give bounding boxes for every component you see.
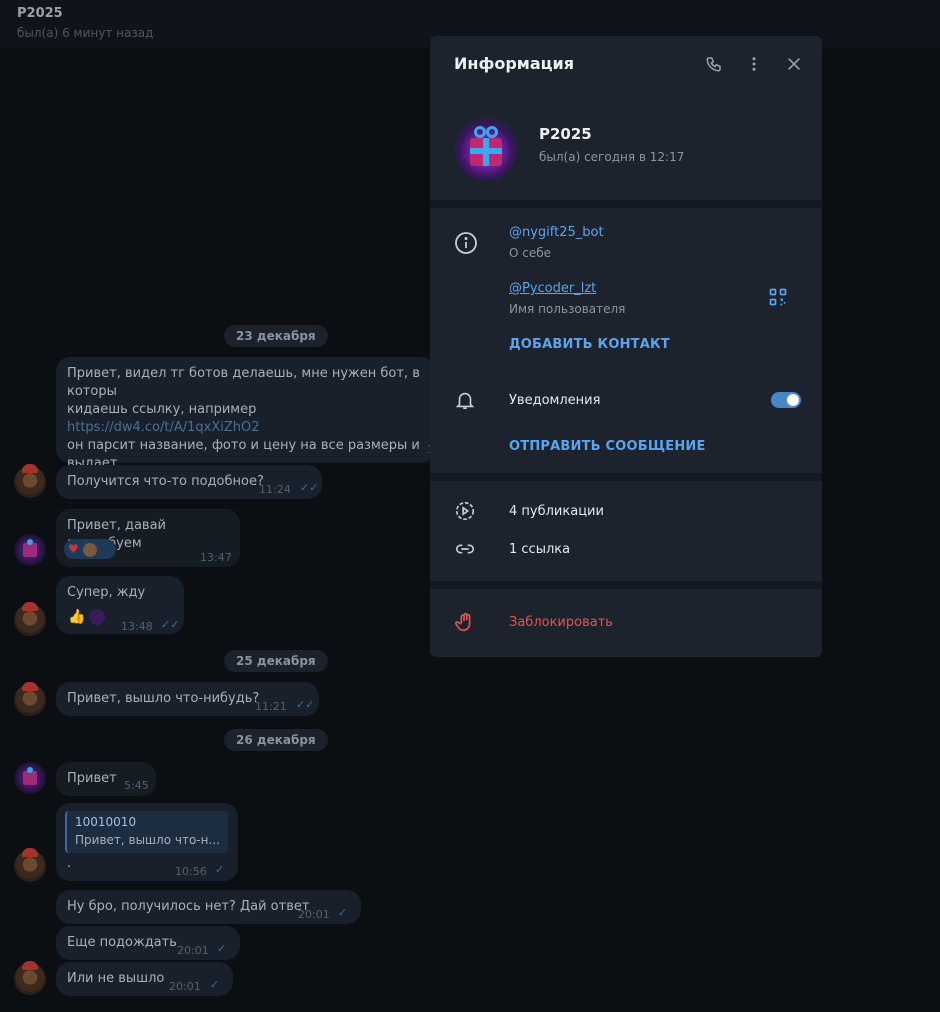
message-bubble[interactable]: Привет, видел тг ботов делаешь, мне нуже…	[56, 357, 436, 489]
date-separator: 26 декабря	[224, 729, 328, 751]
thumbs-up-icon: 👍	[68, 609, 86, 625]
links-item[interactable]: 1 ссылка	[509, 542, 570, 557]
message-text: Привет, видел тг ботов делаешь, мне нуже…	[67, 366, 420, 399]
username-value[interactable]: @Pycoder_lzt	[509, 281, 596, 296]
gift-bow	[474, 126, 486, 138]
avatar[interactable]	[14, 464, 46, 498]
section-divider	[430, 200, 822, 208]
block-user-button[interactable]: Заблокировать	[509, 615, 613, 630]
message-time: 13:47	[200, 551, 232, 564]
bio-value[interactable]: @nygift25_bot	[509, 225, 604, 240]
message-bubble[interactable]: Или не вышло 20:01 ✓	[56, 962, 233, 996]
hat-decoration	[22, 682, 38, 691]
toggle-knob	[787, 394, 799, 406]
hat-decoration	[22, 602, 38, 611]
reaction-avatar	[82, 542, 97, 557]
message-bubble[interactable]: Ну бро, получилось нет? Дай ответ 20:01 …	[56, 890, 361, 924]
read-tick-icon: ✓	[210, 978, 220, 991]
reply-text: Привет, вышло что-н...	[75, 833, 220, 847]
avatar[interactable]	[14, 848, 46, 882]
info-icon	[454, 231, 478, 255]
read-tick-icon: ✓	[217, 942, 227, 955]
user-info-panel: Информация P2025 был(а) сегодня в 12:17 …	[430, 36, 822, 657]
message-bubble[interactable]: Получится что-то подобное? 11:24 ✓✓	[56, 465, 322, 499]
add-contact-button[interactable]: ДОБАВИТЬ КОНТАКТ	[509, 337, 670, 352]
message-bubble[interactable]: Привет 5:45	[56, 762, 156, 796]
profile-last-seen: был(а) сегодня в 12:17	[539, 150, 685, 164]
message-time: 11:21	[255, 700, 287, 713]
gift-box	[23, 771, 37, 785]
message-bubble[interactable]: 10010010 Привет, вышло что-н... . 10:56 …	[56, 803, 238, 881]
gift-bow	[486, 126, 498, 138]
bio-label: О себе	[509, 246, 552, 260]
avatar[interactable]	[14, 762, 46, 794]
reaction-avatar	[89, 609, 105, 625]
reactions[interactable]: ♥	[64, 539, 116, 559]
close-icon[interactable]	[782, 52, 806, 76]
message-text: Супер, жду	[67, 585, 146, 600]
panel-title: Информация	[454, 54, 574, 73]
section-divider	[430, 581, 822, 589]
bell-icon	[454, 389, 478, 413]
message-time: 20:01	[298, 908, 330, 921]
avatar[interactable]	[14, 534, 46, 566]
message-bubble[interactable]: Привет, вышло что-нибудь? 11:21 ✓✓	[56, 682, 319, 716]
section-divider	[430, 473, 822, 481]
profile-name: P2025	[539, 125, 592, 143]
gift-ribbon	[470, 148, 502, 154]
avatar[interactable]	[14, 961, 46, 995]
phone-icon[interactable]	[702, 52, 726, 76]
read-ticks-icon: ✓✓	[296, 698, 315, 711]
hat-decoration	[22, 961, 38, 970]
more-vertical-icon[interactable]	[742, 52, 766, 76]
read-ticks-icon: ✓✓	[300, 481, 319, 494]
message-bubble[interactable]: Еще подождать 20:01 ✓	[56, 926, 240, 960]
message-time: 10:56	[175, 865, 207, 878]
avatar[interactable]	[14, 602, 46, 636]
gift-box	[23, 543, 37, 557]
message-text: .	[67, 856, 72, 871]
read-tick-icon: ✓	[215, 863, 225, 876]
message-time: 11:24	[259, 483, 291, 496]
read-tick-icon: ✓	[338, 906, 348, 919]
message-text: кидаешь ссылку, например	[67, 402, 257, 417]
message-time: 13:48	[121, 620, 153, 633]
send-message-button[interactable]: ОТПРАВИТЬ СООБЩЕНИЕ	[509, 439, 706, 454]
profile-avatar[interactable]	[454, 116, 518, 180]
username-label: Имя пользователя	[509, 302, 626, 316]
message-bubble[interactable]: Супер, жду 👍 13:48 ✓✓	[56, 576, 184, 634]
stories-icon	[454, 500, 478, 524]
read-ticks-icon: ✓✓	[161, 618, 180, 631]
chat-status: был(а) 6 минут назад	[17, 26, 154, 40]
message-bubble[interactable]: Привет, давай попробуем ♥ 13:47	[56, 509, 240, 567]
date-separator: 25 декабря	[224, 650, 328, 672]
hand-stop-icon	[454, 611, 478, 635]
qr-code-icon[interactable]	[768, 287, 792, 311]
message-time: 5:45	[124, 779, 149, 792]
chat-title: P2025	[17, 6, 63, 21]
date-separator: 23 декабря	[224, 325, 328, 347]
gift-bow	[27, 767, 33, 773]
reply-author: 10010010	[75, 815, 137, 829]
hat-decoration	[22, 464, 38, 473]
avatar[interactable]	[14, 682, 46, 716]
heart-icon: ♥	[68, 542, 79, 556]
hat-decoration	[22, 848, 38, 857]
notifications-label: Уведомления	[509, 393, 601, 408]
reply-quote[interactable]: 10010010 Привет, вышло что-н...	[65, 811, 228, 853]
message-time: 20:01	[177, 944, 209, 957]
publications-item[interactable]: 4 публикации	[509, 504, 604, 519]
gift-bow	[27, 539, 33, 545]
notifications-toggle[interactable]	[771, 392, 801, 408]
message-time: 20:01	[169, 980, 201, 993]
message-link[interactable]: https://dw4.co/t/A/1qxXiZhO2	[67, 419, 425, 437]
link-icon	[454, 538, 478, 562]
